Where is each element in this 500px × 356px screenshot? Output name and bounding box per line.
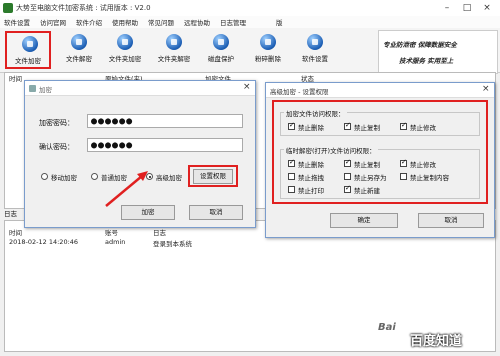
- menu-software-intro[interactable]: 软件介绍: [76, 17, 102, 27]
- checkbox-tmp-no-new[interactable]: [344, 184, 351, 193]
- permission-dialog-titlebar: 高级加密 - 设置权限 ×: [266, 83, 494, 98]
- label-tmp-no-copy-content: 禁止复制内容: [410, 174, 449, 182]
- toolbar-folder-decrypt-button[interactable]: 文件夹解密: [149, 31, 199, 69]
- label-tmp-no-copy: 禁止复制: [354, 161, 380, 169]
- mode-label-mobile: 移动加密: [51, 174, 77, 182]
- checkbox-enc-no-modify[interactable]: [400, 121, 407, 130]
- set-permission-button[interactable]: 设置权限: [193, 169, 233, 184]
- encrypt-dialog-title: 加密: [39, 86, 52, 94]
- menu-remote-assist[interactable]: 远程协助: [184, 17, 210, 27]
- checkbox-tmp-no-drag[interactable]: [288, 173, 295, 180]
- checkbox-enc-no-copy[interactable]: [344, 121, 351, 130]
- encrypt-ok-button[interactable]: 加密: [121, 205, 175, 220]
- baidu-brand-text: Bai: [378, 322, 396, 333]
- dialog-icon: [29, 85, 36, 92]
- label-enc-no-modify: 禁止修改: [410, 124, 436, 132]
- folder-unlock-icon: [166, 34, 182, 50]
- mode-radio-mobile[interactable]: [41, 173, 48, 180]
- label-enc-no-delete: 禁止删除: [298, 124, 324, 132]
- log-header-log[interactable]: 日志: [153, 227, 166, 237]
- menu-help[interactable]: 使用帮助: [112, 17, 138, 27]
- encrypted-access-group-title: 加密文件访问权限：: [284, 108, 347, 118]
- window-title: 大势至电脑文件加密系统 : 试用版本 : V2.0: [16, 4, 151, 12]
- menu-faq[interactable]: 常见问题: [148, 17, 174, 27]
- label-tmp-no-delete: 禁止删除: [298, 161, 324, 169]
- password-field[interactable]: ●●●●●●: [87, 114, 243, 128]
- baidu-zhidao-text: 百度知道: [410, 334, 463, 349]
- toolbar-settings-button[interactable]: 软件设置: [290, 31, 340, 69]
- toolbar-file-decrypt-button[interactable]: 文件解密: [54, 31, 104, 69]
- toolbar-file-encrypt-button[interactable]: 文件加密: [5, 31, 51, 69]
- confirm-password-label: 确认密码：: [39, 143, 74, 151]
- checkbox-tmp-no-modify[interactable]: [400, 158, 407, 167]
- checkbox-tmp-no-copy-content[interactable]: [400, 173, 407, 180]
- label-tmp-no-new: 禁止新建: [354, 187, 380, 195]
- label-tmp-no-modify: 禁止修改: [410, 161, 436, 169]
- log-header-time[interactable]: 时间: [9, 227, 22, 237]
- mode-label-advanced: 高级加密: [156, 174, 182, 182]
- menu-version[interactable]: 版: [276, 17, 283, 27]
- menu-bar: 软件设置 访问官网 软件介绍 使用帮助 常见问题 远程协助 日志管理 版: [0, 16, 500, 28]
- unlock-icon: [71, 34, 87, 50]
- encrypt-dialog-close-button[interactable]: ×: [243, 82, 251, 92]
- shred-icon: [260, 34, 276, 50]
- label-tmp-no-save-as: 禁止另存为: [354, 174, 387, 182]
- checkbox-tmp-no-delete[interactable]: [288, 158, 295, 167]
- log-row-account: admin: [105, 238, 126, 246]
- permission-dialog-title: 高级加密 - 设置权限: [270, 88, 329, 96]
- gear-icon: [307, 34, 323, 50]
- label-tmp-no-print: 禁止打印: [298, 187, 324, 195]
- mode-radio-advanced[interactable]: [146, 173, 153, 180]
- encrypt-cancel-button[interactable]: 取消: [189, 205, 243, 220]
- confirm-password-field[interactable]: ●●●●●●: [87, 138, 243, 152]
- menu-official-site[interactable]: 访问官网: [40, 17, 66, 27]
- col-header-time[interactable]: 时间: [9, 73, 22, 83]
- toolbar-shred-button[interactable]: 粉碎删除: [243, 31, 293, 69]
- checkbox-tmp-no-save-as[interactable]: [344, 173, 351, 180]
- close-button[interactable]: ×: [480, 2, 494, 14]
- log-row-log: 登录到本系统: [153, 240, 192, 248]
- encrypt-dialog-titlebar: 加密 ×: [25, 81, 255, 96]
- mode-radio-normal[interactable]: [91, 173, 98, 180]
- disk-shield-icon: [213, 34, 229, 50]
- password-label: 加密密码：: [39, 119, 74, 127]
- lock-icon: [22, 36, 38, 52]
- maximize-button[interactable]: □: [460, 2, 474, 14]
- label-tmp-no-drag: 禁止拖拽: [298, 174, 324, 182]
- title-bar: 大势至电脑文件加密系统 : 试用版本 : V2.0 – □ ×: [0, 0, 500, 17]
- mode-label-normal: 普通加密: [101, 174, 127, 182]
- checkbox-enc-no-delete[interactable]: [288, 121, 295, 130]
- toolbar-disk-protect-button[interactable]: 磁盘保护: [196, 31, 246, 69]
- permission-cancel-button[interactable]: 取消: [418, 213, 484, 228]
- permission-dialog-close-button[interactable]: ×: [482, 84, 490, 94]
- temp-decrypt-access-group-title: 临时解密(打开)文件访问权限：: [284, 145, 378, 155]
- label-enc-no-copy: 禁止复制: [354, 124, 380, 132]
- checkbox-tmp-no-print[interactable]: [288, 186, 295, 193]
- permission-dialog: 高级加密 - 设置权限 × 加密文件访问权限： 禁止删除 禁止复制 禁止修改 临…: [265, 82, 495, 238]
- log-row-time: 2018-02-12 14:20:46: [9, 238, 79, 246]
- toolbar-folder-encrypt-button[interactable]: 文件夹加密: [100, 31, 150, 69]
- slogan-banner: 专业防泄密 保障数据安全 技术服务 实用至上: [378, 30, 498, 74]
- minimize-button[interactable]: –: [440, 2, 454, 14]
- encrypt-dialog: 加密 × 加密密码： ●●●●●● 确认密码： ●●●●●● 移动加密 普通加密…: [24, 80, 256, 228]
- app-icon: [3, 3, 13, 13]
- permission-ok-button[interactable]: 确定: [330, 213, 398, 228]
- menu-software-settings[interactable]: 软件设置: [4, 17, 30, 27]
- folder-lock-icon: [117, 34, 133, 50]
- checkbox-tmp-no-copy[interactable]: [344, 158, 351, 167]
- menu-log-manage[interactable]: 日志管理: [220, 17, 246, 27]
- log-header-account[interactable]: 账号: [105, 227, 118, 237]
